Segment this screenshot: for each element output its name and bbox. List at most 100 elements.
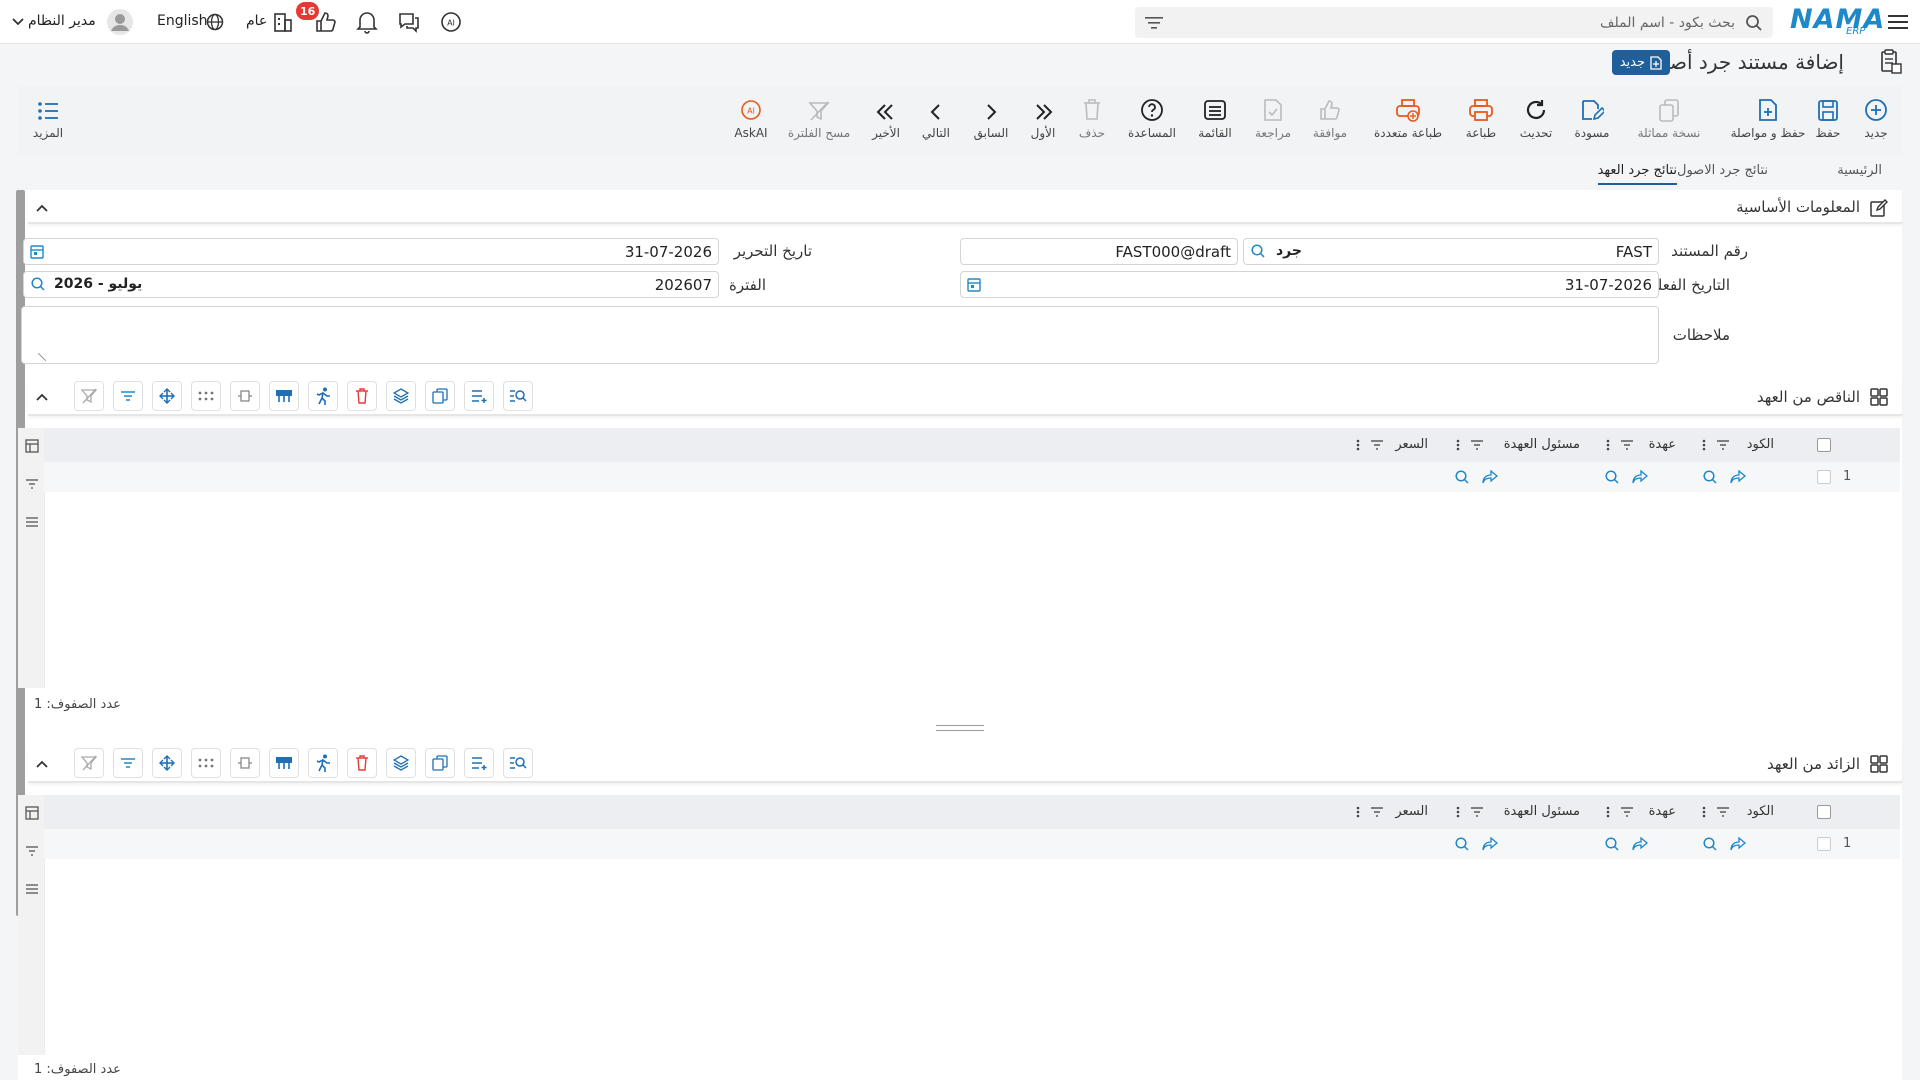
chevron-down-icon[interactable] [10,14,26,30]
column-menu-icon[interactable] [1354,805,1362,819]
grid1-table-layout-icon[interactable] [269,381,299,411]
search-input[interactable] [1197,7,1737,38]
column-menu-icon[interactable] [1604,438,1612,452]
tab-assets-results[interactable]: نتائج جرد الاصول [1677,163,1768,178]
grid1-clear-filter-icon[interactable] [74,381,104,411]
grid2-col-custody[interactable]: عهدة [1649,804,1676,819]
chat-icon[interactable] [396,9,422,35]
period-field[interactable]: 2026 - يوليو 202607 [23,271,719,298]
grid2-add-rows-icon[interactable] [464,748,494,778]
column-menu-icon[interactable] [1700,805,1708,819]
save-continue-button[interactable]: حفظ و مواصلة [1728,94,1808,140]
lookup-search-icon[interactable] [1602,834,1622,854]
grid2-col-code[interactable]: الكود [1747,804,1774,819]
grid2-filter-icon[interactable] [113,748,143,778]
grid1-select-all-checkbox[interactable] [1817,438,1831,452]
grid1-delete-icon[interactable] [347,381,377,411]
draft-button[interactable]: مسودة [1562,94,1622,140]
grid1-search-list-icon[interactable] [503,381,533,411]
grid1-col-custodian[interactable]: مسئول العهدة [1504,437,1580,452]
previous-record-button[interactable]: السابق [961,94,1021,140]
column-menu-icon[interactable] [1454,438,1462,452]
column-filter-icon[interactable] [1620,805,1634,819]
grid1-col-custody[interactable]: عهدة [1649,437,1676,452]
share-icon[interactable] [1630,467,1650,487]
doc-number-field[interactable]: FAST جرد [1243,238,1659,265]
share-icon[interactable] [1728,834,1748,854]
help-button[interactable]: المساعدة [1122,94,1182,140]
language-switch[interactable]: English [157,13,208,29]
columns-settings-icon[interactable] [24,438,40,454]
column-menu-icon[interactable] [1700,438,1708,452]
nama-logo[interactable]: NAMA ERP [1790,4,1884,38]
resize-handle-icon[interactable] [38,353,46,361]
basic-info-header[interactable] [28,190,1902,224]
tab-main[interactable]: الرئيسية [1837,163,1882,178]
grid2-clear-filter-icon[interactable] [74,748,104,778]
lookup-search-icon[interactable] [1602,467,1622,487]
grid2-col-price[interactable]: السعر [1395,804,1428,819]
grid1-dots-grid-icon[interactable] [191,381,221,411]
side-menu-icon[interactable] [24,881,40,897]
lookup-search-icon[interactable] [1250,243,1266,259]
column-menu-icon[interactable] [1354,438,1362,452]
share-icon[interactable] [1480,467,1500,487]
search-icon[interactable] [1743,12,1765,34]
hamburger-menu-icon[interactable] [1886,10,1910,34]
grid1-copy-icon[interactable] [425,381,455,411]
grid1-col-price[interactable]: السعر [1395,437,1428,452]
company-icon[interactable] [270,9,296,35]
column-menu-icon[interactable] [1454,805,1462,819]
user-menu[interactable]: مدير النظام [28,13,96,29]
notes-textarea[interactable] [21,306,1659,364]
print-button[interactable]: طباعة [1451,94,1511,140]
tab-custody-results[interactable]: نتائج جرد العهد [1597,163,1677,185]
list-button[interactable]: القائمة [1185,94,1245,140]
grid1-layers-icon[interactable] [386,381,416,411]
side-filter-icon[interactable] [24,476,40,492]
ai-assistant-icon[interactable]: AI [438,9,464,35]
doc-code-field[interactable]: FAST000@draft [960,238,1238,265]
calendar-icon[interactable] [967,277,981,292]
grid1-add-rows-icon[interactable] [464,381,494,411]
column-filter-icon[interactable] [1370,805,1384,819]
collapse-chevron-up-icon[interactable] [34,756,50,772]
column-filter-icon[interactable] [1716,438,1730,452]
clear-filter-button[interactable]: مسح الفلترة [779,94,859,140]
lookup-search-icon[interactable] [30,276,46,292]
row-checkbox[interactable] [1817,470,1831,484]
edit-date-field[interactable]: 31-07-2026 [23,238,719,265]
grid2-run-icon[interactable] [308,748,338,778]
approve-button[interactable]: موافقة [1300,94,1360,140]
lookup-search-icon[interactable] [1452,834,1472,854]
grid2-layers-icon[interactable] [386,748,416,778]
side-menu-icon[interactable] [24,514,40,530]
column-filter-icon[interactable] [1620,438,1634,452]
column-filter-icon[interactable] [1470,805,1484,819]
row-checkbox[interactable] [1817,837,1831,851]
duplicate-button[interactable]: نسخة مماثلة [1634,94,1704,140]
share-icon[interactable] [1480,834,1500,854]
multi-print-button[interactable]: طباعة متعددة [1370,94,1446,140]
grid1-run-icon[interactable] [308,381,338,411]
review-button[interactable]: مراجعة [1243,94,1303,140]
first-record-button[interactable]: الأول [1013,94,1073,140]
more-button[interactable]: المزيد [18,94,78,140]
grid1-move-icon[interactable] [152,381,182,411]
grid2-copy-icon[interactable] [425,748,455,778]
column-menu-icon[interactable] [1604,805,1612,819]
splitter-handle[interactable] [936,725,984,731]
filter-lines-icon[interactable] [1143,12,1165,34]
share-icon[interactable] [1630,834,1650,854]
collapse-chevron-up-icon[interactable] [34,200,50,216]
grid1-col-code[interactable]: الكود [1747,437,1774,452]
grid2-fit-columns-icon[interactable] [230,748,260,778]
grid2-move-icon[interactable] [152,748,182,778]
columns-settings-icon[interactable] [24,805,40,821]
grid1-filter-icon[interactable] [113,381,143,411]
grid2-col-custodian[interactable]: مسئول العهدة [1504,804,1580,819]
grid2-search-list-icon[interactable] [503,748,533,778]
grid2-dots-grid-icon[interactable] [191,748,221,778]
lookup-search-icon[interactable] [1700,467,1720,487]
column-filter-icon[interactable] [1470,438,1484,452]
